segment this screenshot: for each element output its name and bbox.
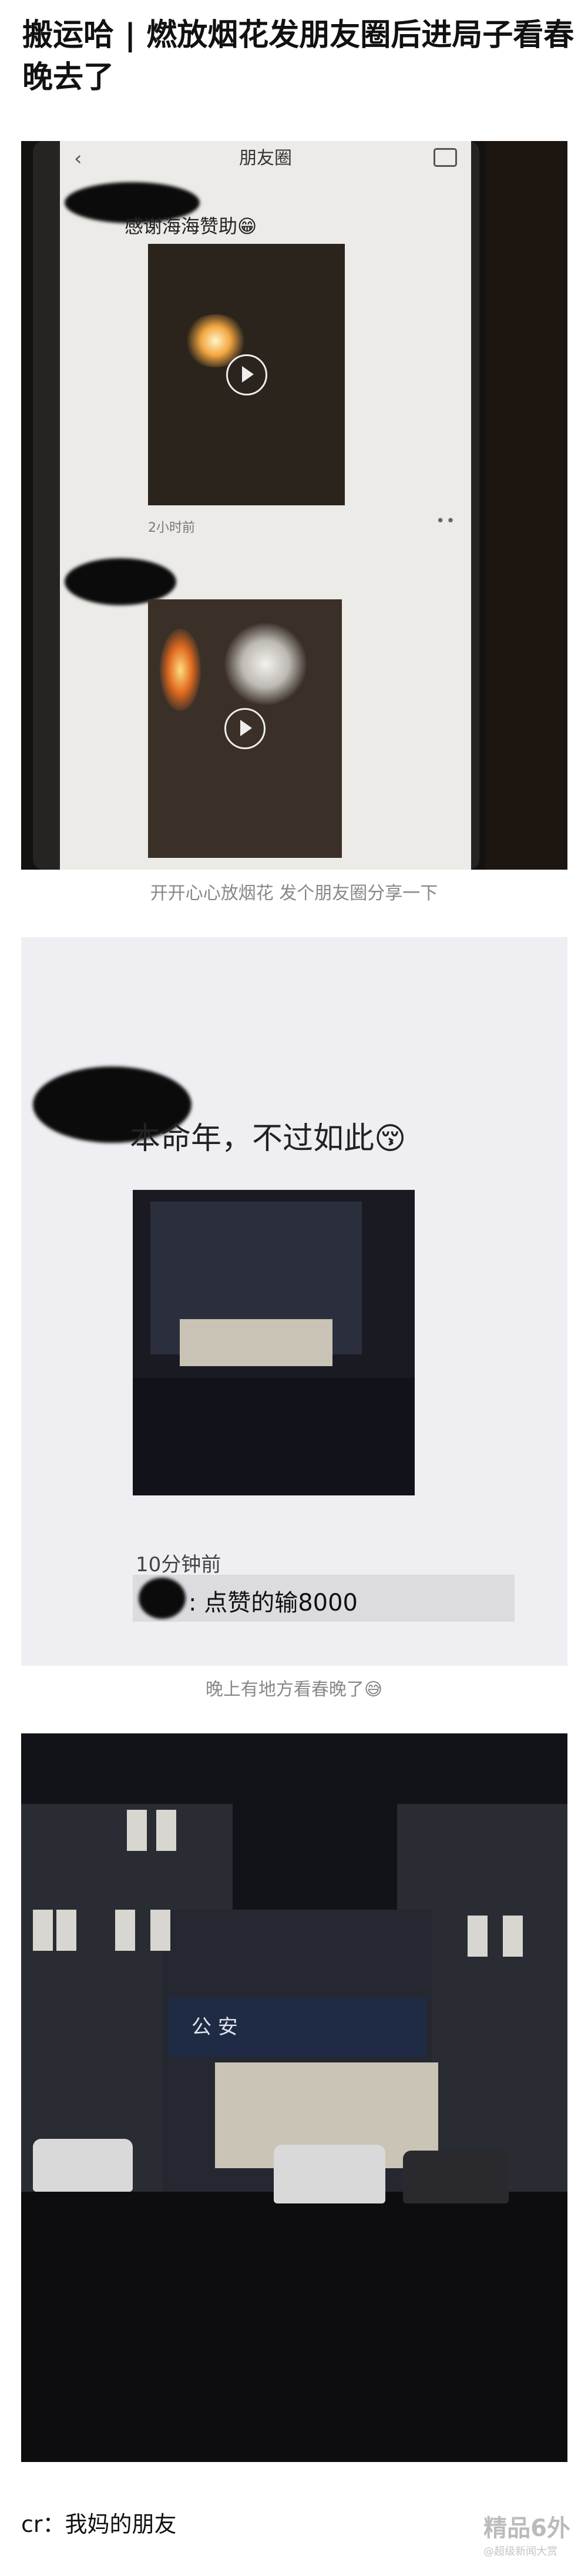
play-icon-2[interactable] [224, 708, 266, 749]
moments-title: 朋友圈 [239, 148, 292, 169]
back-icon: ‹ [74, 147, 82, 170]
police-sign: 公 安 [168, 1998, 426, 2057]
police-station-video[interactable] [133, 1190, 415, 1495]
firework-flames [160, 629, 201, 711]
post1-text: 感谢海海赞助😁 [125, 215, 257, 237]
comment-text: : 点赞的输8000 [189, 1589, 358, 1616]
redacted-commenter [139, 1578, 186, 1619]
photo1-caption: 开开心心放烟花 发个朋友圈分享一下 [150, 883, 438, 904]
photo-moments-fireworks: ‹ 朋友圈 感谢海海赞助😁 2小时前 •• [21, 141, 567, 870]
watermark: 精品6外 @超级新闻大赏 [483, 2509, 570, 2558]
post-time: 10分钟前 [136, 1553, 221, 1577]
window [127, 1810, 147, 1851]
watermark-sub: @超级新闻大赏 [483, 2545, 558, 2558]
post1-time: 2小时前 [148, 521, 195, 535]
credit-line: cr：我妈的朋友 [21, 2511, 177, 2537]
parking-lot [21, 2192, 567, 2462]
background-dark [485, 141, 567, 870]
window [115, 1910, 135, 1951]
window [150, 1910, 170, 1951]
window [156, 1810, 176, 1851]
post2-video-thumbnail[interactable] [148, 599, 342, 858]
smoke-cloud [224, 623, 307, 705]
window [33, 1910, 53, 1951]
watermark-main: 精品6外 [483, 2515, 570, 2542]
phone-screen: ‹ 朋友圈 感谢海海赞助😁 2小时前 •• [60, 141, 471, 870]
post1-video-thumbnail[interactable] [148, 244, 345, 505]
police-car [33, 2139, 133, 2192]
parked-car [274, 2145, 385, 2203]
moments-topbar: ‹ 朋友圈 [60, 141, 471, 176]
window [56, 1910, 76, 1951]
photo-police-station-night: 公 安 [21, 1733, 567, 2462]
post-text: 本命年，不过如此😚 [130, 1121, 406, 1156]
post1-more-icon[interactable]: •• [436, 512, 456, 530]
phone-body: ‹ 朋友圈 感谢海海赞助😁 2小时前 •• [33, 141, 479, 870]
article-title: 搬运哈 | 燃放烟花发朋友圈后进局子看春晚去了 [22, 18, 574, 95]
camera-icon [434, 148, 457, 167]
window [503, 1916, 523, 1957]
photo-moments-police-station: 本命年，不过如此😚 10分钟前 : 点赞的输8000 [21, 937, 567, 1666]
play-icon[interactable] [226, 354, 267, 395]
window [468, 1916, 488, 1957]
redacted-avatar-2 [65, 558, 176, 605]
photo2-caption: 晚上有地方看春晚了😅 [205, 1679, 383, 1700]
parked-car-dark [403, 2151, 509, 2203]
